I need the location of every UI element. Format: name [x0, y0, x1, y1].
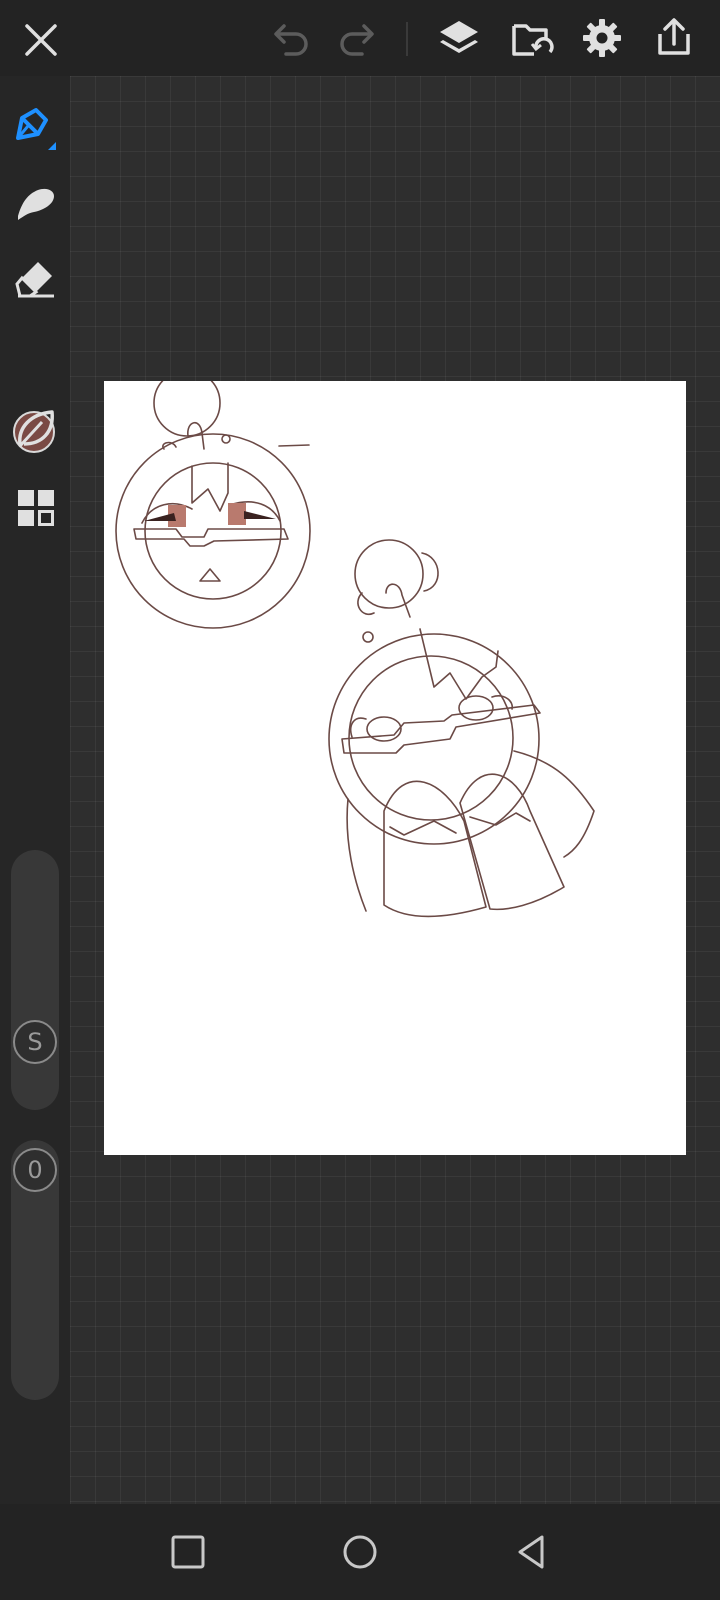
home-icon[interactable] [342, 1534, 378, 1570]
toolbar-divider [406, 22, 408, 56]
materials-tool-icon[interactable] [16, 488, 56, 528]
close-icon[interactable] [23, 22, 59, 58]
leaf-tool-icon[interactable] [14, 408, 58, 450]
opacity-knob[interactable]: 0 [13, 1148, 57, 1192]
recent-apps-icon[interactable] [170, 1534, 206, 1570]
back-icon[interactable] [514, 1534, 550, 1570]
brush-size-label: S [27, 1028, 43, 1056]
brush-tool-icon[interactable] [14, 184, 58, 224]
brush-size-slider[interactable]: S [11, 850, 59, 1110]
system-nav-bar [0, 1504, 720, 1600]
tool-sidebar: S 0 [0, 76, 70, 1504]
top-toolbar [0, 0, 720, 76]
drawing-canvas[interactable] [104, 369, 686, 1155]
sketch-artwork [115, 369, 595, 918]
eraser-tool-icon[interactable] [14, 258, 58, 300]
undo-icon[interactable] [272, 20, 312, 58]
settings-icon[interactable] [582, 18, 622, 58]
layers-icon[interactable] [437, 18, 481, 60]
pen-tool-icon[interactable] [12, 104, 60, 152]
brush-size-knob[interactable]: S [13, 1020, 57, 1064]
gallery-icon[interactable] [510, 18, 554, 60]
share-icon[interactable] [654, 16, 694, 58]
redo-icon[interactable] [336, 20, 376, 58]
opacity-label: 0 [27, 1156, 43, 1184]
opacity-slider[interactable]: 0 [11, 1140, 59, 1400]
